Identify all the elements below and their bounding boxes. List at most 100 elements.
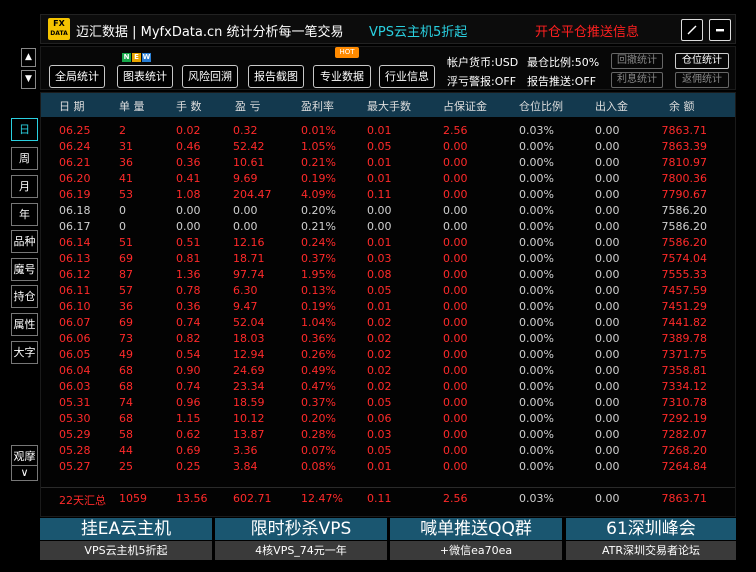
cell-profit: 3.84: [233, 460, 258, 473]
table-row[interactable]: 06.18 0 0.00 0.00 0.20% 0.00 0.00 0.00% 0.00 7586…: [41, 203, 735, 219]
table-row[interactable]: 06.17 0 0.00 0.00 0.21% 0.00 0.00 0.00% 0.00 7586…: [41, 219, 735, 235]
table-row[interactable]: 06.07 69 0.74 52.04 1.04% 0.02 0.00 0.00% 0.00 74…: [41, 315, 735, 331]
cell-profit: 18.71: [233, 252, 265, 265]
app-title: 迈汇数据 | MyfxData.cn 统计分析每一笔交易: [76, 25, 344, 40]
ad-qq-group[interactable]: 喊单推送QQ群 +微信ea70ea: [390, 518, 562, 560]
cell-profit: 9.69: [233, 172, 258, 185]
ad-qq-group-sub[interactable]: +微信ea70ea: [390, 541, 562, 560]
table-row[interactable]: 05.30 68 1.15 10.12 0.20% 0.06 0.00 0.00% 0.00 72…: [41, 411, 735, 427]
ad-flash-sale-title[interactable]: 限时秒杀VPS: [215, 518, 387, 540]
cell-lots: 0.02: [176, 124, 201, 137]
column-header-profit[interactable]: 盈 亏: [235, 98, 261, 114]
sidebar-item-attributes[interactable]: 属性: [11, 313, 38, 336]
cell-deposit: 0.00: [595, 428, 620, 441]
cell-position-ratio: 0.00%: [519, 204, 554, 217]
table-row[interactable]: 06.14 51 0.51 12.16 0.24% 0.01 0.00 0.00% 0.00 75…: [41, 235, 735, 251]
cell-deposit: 0.00: [595, 444, 620, 457]
cell-orders: 25: [119, 460, 133, 473]
scroll-down-button[interactable]: ▼: [21, 70, 36, 89]
cell-margin: 0.00: [443, 348, 468, 361]
cell-profit-rate: 0.26%: [301, 348, 336, 361]
ad-ea-vps[interactable]: 挂EA云主机 VPS云主机5折起: [40, 518, 212, 560]
table-row[interactable]: 05.31 74 0.96 18.59 0.37% 0.05 0.00 0.00% 0.00 73…: [41, 395, 735, 411]
cell-date: 06.21: [59, 156, 91, 169]
column-header-balance[interactable]: 余 额: [669, 98, 695, 114]
cell-profit: 23.34: [233, 380, 265, 393]
new-badge: N E W: [122, 53, 151, 63]
cell-deposit: 0.00: [595, 316, 620, 329]
table-row[interactable]: 06.06 73 0.82 18.03 0.36% 0.02 0.00 0.00% 0.00 73…: [41, 331, 735, 347]
table-row[interactable]: 05.27 25 0.25 3.84 0.08% 0.01 0.00 0.00% 0.00 726…: [41, 459, 735, 475]
sidebar-item-symbol[interactable]: 品种: [11, 230, 38, 253]
cell-position-ratio: 0.00%: [519, 236, 554, 249]
table-row[interactable]: 06.10 36 0.36 9.47 0.19% 0.01 0.00 0.00% 0.00 745…: [41, 299, 735, 315]
sidebar-item-day[interactable]: 日: [11, 118, 38, 141]
table-header: 日 期 单 量 手 数 盈 亏 盈利率 最大手数 占保证金 仓位比例 出入金 余 额: [41, 93, 735, 117]
cell-margin: 0.00: [443, 380, 468, 393]
ad-ea-vps-title[interactable]: 挂EA云主机: [40, 518, 212, 540]
rebate-stats-toggle[interactable]: 返佣统计: [675, 72, 729, 88]
cell-deposit: 0.00: [595, 156, 620, 169]
column-header-profit-rate[interactable]: 盈利率: [301, 98, 334, 114]
cell-profit: 10.61: [233, 156, 265, 169]
ad-flash-sale[interactable]: 限时秒杀VPS 4核VPS_74元一年: [215, 518, 387, 560]
cell-balance: 7800.36: [661, 172, 708, 185]
drawdown-stats-toggle[interactable]: 回撤统计: [611, 53, 663, 69]
table-row[interactable]: 06.13 69 0.81 18.71 0.37% 0.03 0.00 0.00% 0.00 75…: [41, 251, 735, 267]
float-alert[interactable]: 浮亏警报:OFF: [447, 73, 516, 89]
report-push[interactable]: 报告推送:OFF: [527, 73, 596, 89]
scroll-up-button[interactable]: ▲: [21, 48, 36, 67]
table-row[interactable]: 06.20 41 0.41 9.69 0.19% 0.01 0.00 0.00% 0.00 780…: [41, 171, 735, 187]
ad-summit[interactable]: 61深圳峰会 ATR深圳交易者论坛: [566, 518, 736, 560]
table-row[interactable]: 05.28 44 0.69 3.36 0.07% 0.05 0.00 0.00% 0.00 726…: [41, 443, 735, 459]
cell-deposit: 0.00: [595, 364, 620, 377]
table-row[interactable]: 06.19 53 1.08 204.47 4.09% 0.11 0.00 0.00% 0.00 7…: [41, 187, 735, 203]
report-screenshot-button[interactable]: 报告截图: [248, 65, 304, 88]
risk-review-button[interactable]: 风险回溯: [182, 65, 238, 88]
column-header-date[interactable]: 日 期: [59, 98, 85, 114]
interest-stats-toggle[interactable]: 利息统计: [611, 72, 663, 88]
column-header-margin[interactable]: 占保证金: [443, 98, 487, 114]
sidebar-item-week[interactable]: 周: [11, 147, 38, 170]
sidebar-item-holdings[interactable]: 持仓: [11, 285, 38, 308]
table-row[interactable]: 06.05 49 0.54 12.94 0.26% 0.02 0.00 0.00% 0.00 73…: [41, 347, 735, 363]
sidebar-item-large-font[interactable]: 大字: [11, 341, 38, 364]
table-row[interactable]: 06.04 68 0.90 24.69 0.49% 0.02 0.00 0.00% 0.00 73…: [41, 363, 735, 379]
pro-data-button[interactable]: 专业数据: [313, 65, 371, 88]
ad-qq-group-title[interactable]: 喊单推送QQ群: [390, 518, 562, 540]
ad-flash-sale-sub[interactable]: 4核VPS_74元一年: [215, 541, 387, 560]
summary-profit-rate: 12.47%: [301, 492, 343, 505]
table-row[interactable]: 06.24 31 0.46 52.42 1.05% 0.05 0.00 0.00% 0.00 78…: [41, 139, 735, 155]
sidebar-more-button[interactable]: ∨: [11, 465, 38, 481]
column-header-lots[interactable]: 手 数: [176, 98, 202, 114]
vps-promo-link[interactable]: VPS云主机5折起: [369, 21, 467, 40]
minimize-button[interactable]: [709, 19, 731, 41]
sidebar-item-month[interactable]: 月: [11, 175, 38, 198]
cell-lots: 0.78: [176, 284, 201, 297]
table-row[interactable]: 06.11 57 0.78 6.30 0.13% 0.05 0.00 0.00% 0.00 745…: [41, 283, 735, 299]
global-stats-button[interactable]: 全局统计: [49, 65, 105, 88]
table-row[interactable]: 06.25 2 0.02 0.32 0.01% 0.01 2.56 0.03% 0.00 7863…: [41, 123, 735, 139]
table-row[interactable]: 06.03 68 0.74 23.34 0.47% 0.02 0.00 0.00% 0.00 73…: [41, 379, 735, 395]
cell-position-ratio: 0.00%: [519, 252, 554, 265]
column-header-orders[interactable]: 单 量: [119, 98, 145, 114]
table-row[interactable]: 06.21 36 0.36 10.61 0.21% 0.01 0.00 0.00% 0.00 78…: [41, 155, 735, 171]
ad-summit-title[interactable]: 61深圳峰会: [566, 518, 736, 540]
cell-profit: 52.04: [233, 316, 265, 329]
cell-max-lots: 0.06: [367, 412, 392, 425]
table-row[interactable]: 05.29 58 0.62 13.87 0.28% 0.03 0.00 0.00% 0.00 72…: [41, 427, 735, 443]
chart-stats-button[interactable]: 图表统计: [117, 65, 173, 88]
sidebar-item-magic[interactable]: 魔号: [11, 258, 38, 281]
edit-button[interactable]: [681, 19, 703, 41]
push-info-link[interactable]: 开仓平仓推送信息: [535, 21, 639, 40]
column-header-max-lots[interactable]: 最大手数: [367, 98, 411, 114]
column-header-position-ratio[interactable]: 仓位比例: [519, 98, 563, 114]
ad-summit-sub[interactable]: ATR深圳交易者论坛: [566, 541, 736, 560]
column-header-deposit[interactable]: 出入金: [595, 98, 628, 114]
cell-position-ratio: 0.00%: [519, 348, 554, 361]
ad-ea-vps-sub[interactable]: VPS云主机5折起: [40, 541, 212, 560]
sidebar-item-year[interactable]: 年: [11, 203, 38, 226]
table-row[interactable]: 06.12 87 1.36 97.74 1.95% 0.08 0.00 0.00% 0.00 75…: [41, 267, 735, 283]
industry-info-button[interactable]: 行业信息: [379, 65, 435, 88]
position-stats-toggle[interactable]: 仓位统计: [675, 53, 729, 69]
